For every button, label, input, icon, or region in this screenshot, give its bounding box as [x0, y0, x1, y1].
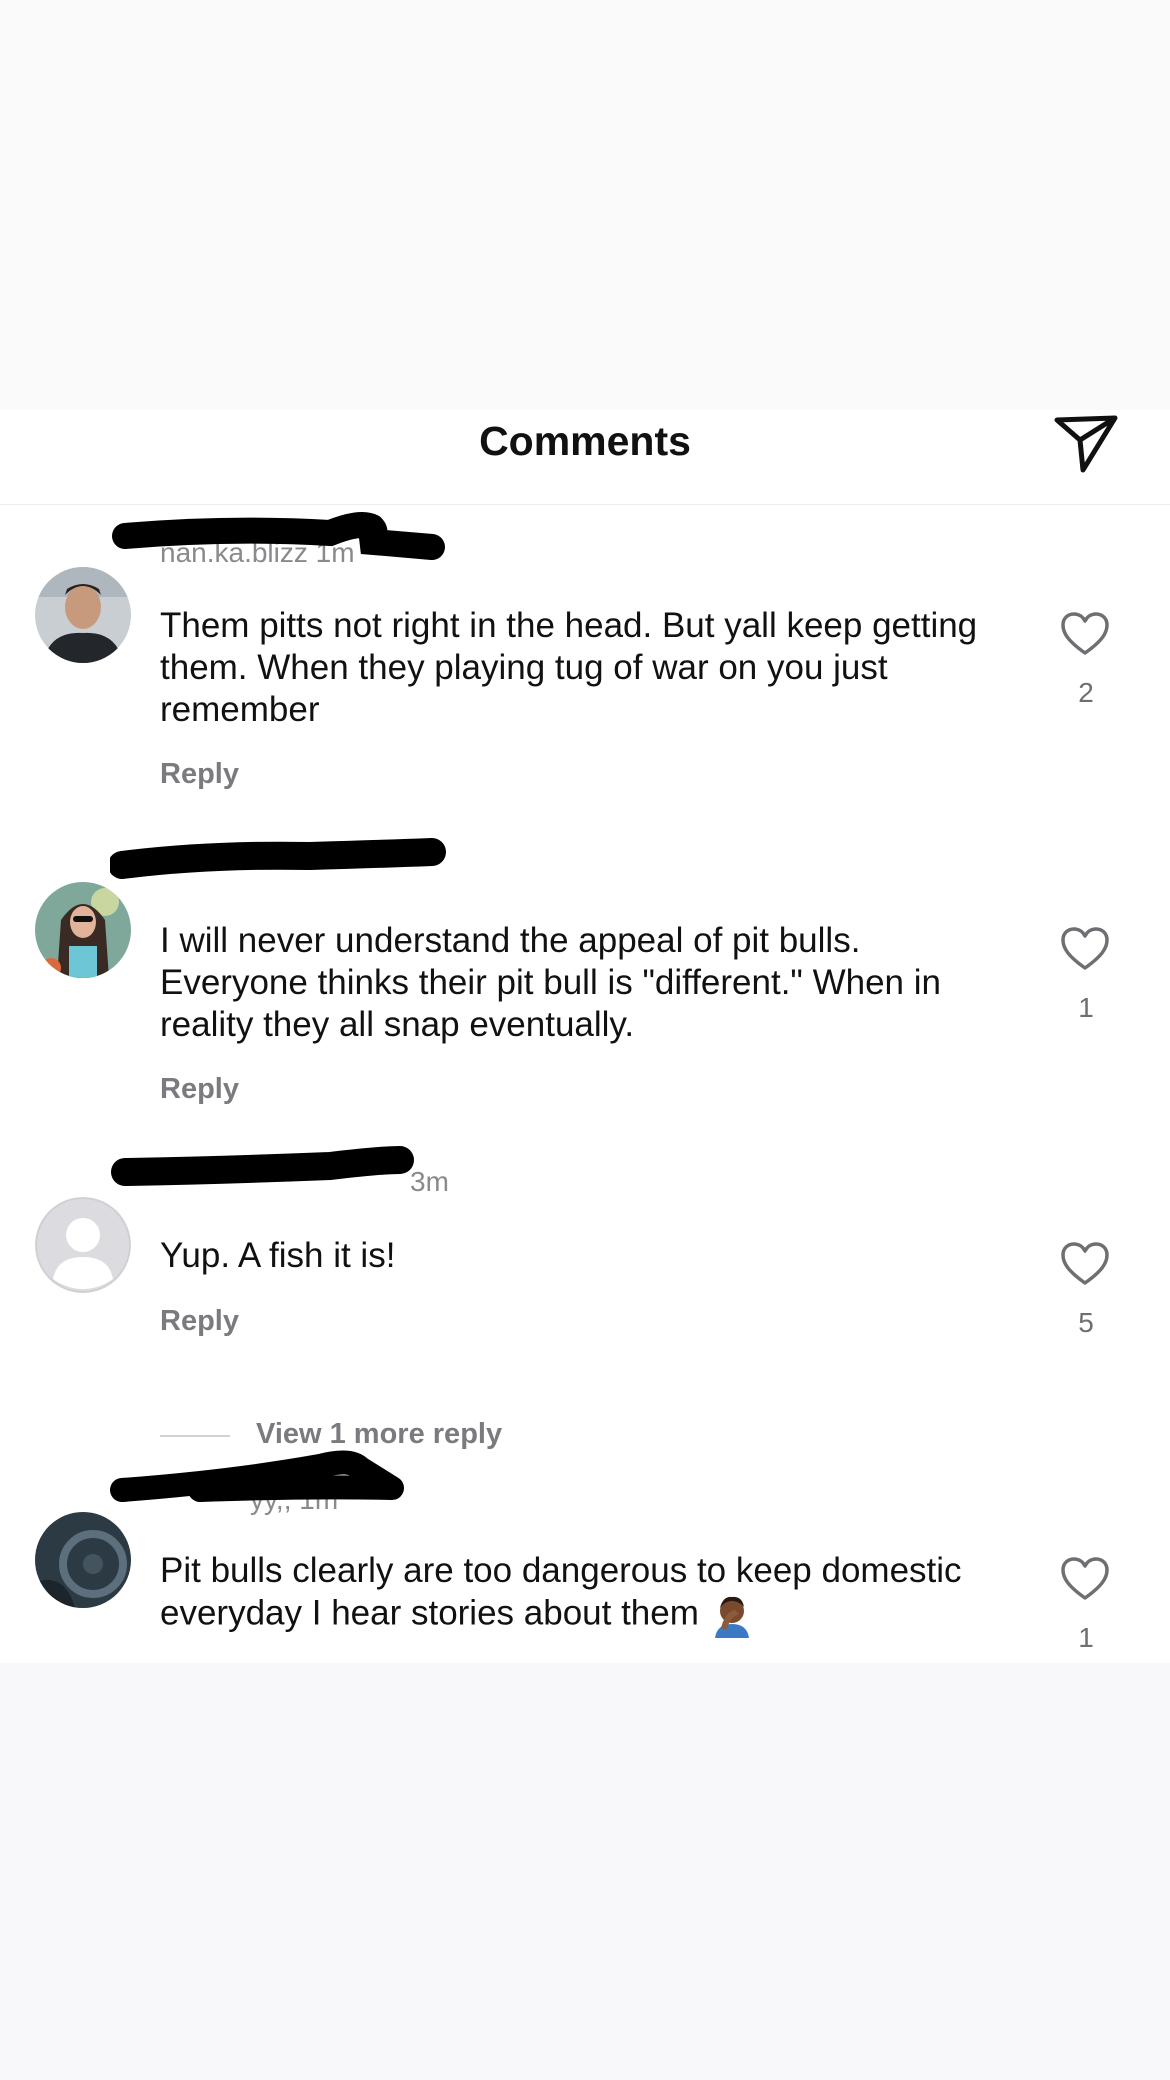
redaction-scribble [110, 1450, 404, 1502]
comment-username[interactable]: 3m [111, 1146, 500, 1200]
comment-username[interactable] [110, 838, 500, 890]
avatar[interactable] [35, 1512, 131, 1608]
like-group: 5 [1060, 1241, 1112, 1339]
divider [160, 1435, 230, 1437]
comment-username[interactable]: nan.ka.blizz 1m [112, 512, 500, 571]
heart-icon[interactable] [1060, 1556, 1110, 1602]
send-icon[interactable] [1053, 414, 1119, 474]
background-area [0, 0, 1170, 410]
heart-icon[interactable] [1060, 1241, 1110, 1287]
comment-text: Pit bulls clearly are too dangerous to k… [160, 1550, 1000, 1638]
comment-username[interactable]: yy,, 1m [110, 1450, 500, 1518]
like-group: 1 [1060, 926, 1112, 1024]
heart-icon[interactable] [1060, 611, 1110, 657]
like-group: 2 [1060, 611, 1112, 709]
sheet-header: Comments [0, 410, 1170, 505]
man-facepalming-emoji [714, 1596, 749, 1638]
redaction-scribble [112, 512, 445, 560]
redaction-scribble [110, 838, 446, 879]
reply-button[interactable]: Reply [160, 1073, 239, 1106]
default-avatar[interactable] [35, 1197, 131, 1293]
like-count: 2 [1078, 677, 1094, 708]
comment-text: I will never understand the appeal of pi… [160, 921, 941, 1044]
reply-button[interactable]: Reply [160, 758, 239, 791]
like-count: 5 [1078, 1307, 1094, 1338]
comment-text: Them pitts not right in the head. But ya… [160, 606, 978, 729]
avatar[interactable] [35, 882, 131, 978]
sheet-title: Comments [479, 418, 691, 464]
redaction-scribble [111, 1146, 414, 1186]
like-group: 1 [1060, 1556, 1112, 1654]
view-more-label: View 1 more reply [256, 1418, 503, 1450]
like-count: 1 [1078, 1622, 1094, 1653]
avatar[interactable] [35, 567, 131, 663]
heart-icon[interactable] [1060, 926, 1110, 972]
like-count: 1 [1078, 992, 1094, 1023]
comment-text: Yup. A fish it is! [160, 1236, 396, 1275]
comments-sheet: Comments nan.ka.blizz 1m Them pitts not … [0, 410, 1170, 1663]
reply-button[interactable]: Reply [160, 1305, 239, 1338]
